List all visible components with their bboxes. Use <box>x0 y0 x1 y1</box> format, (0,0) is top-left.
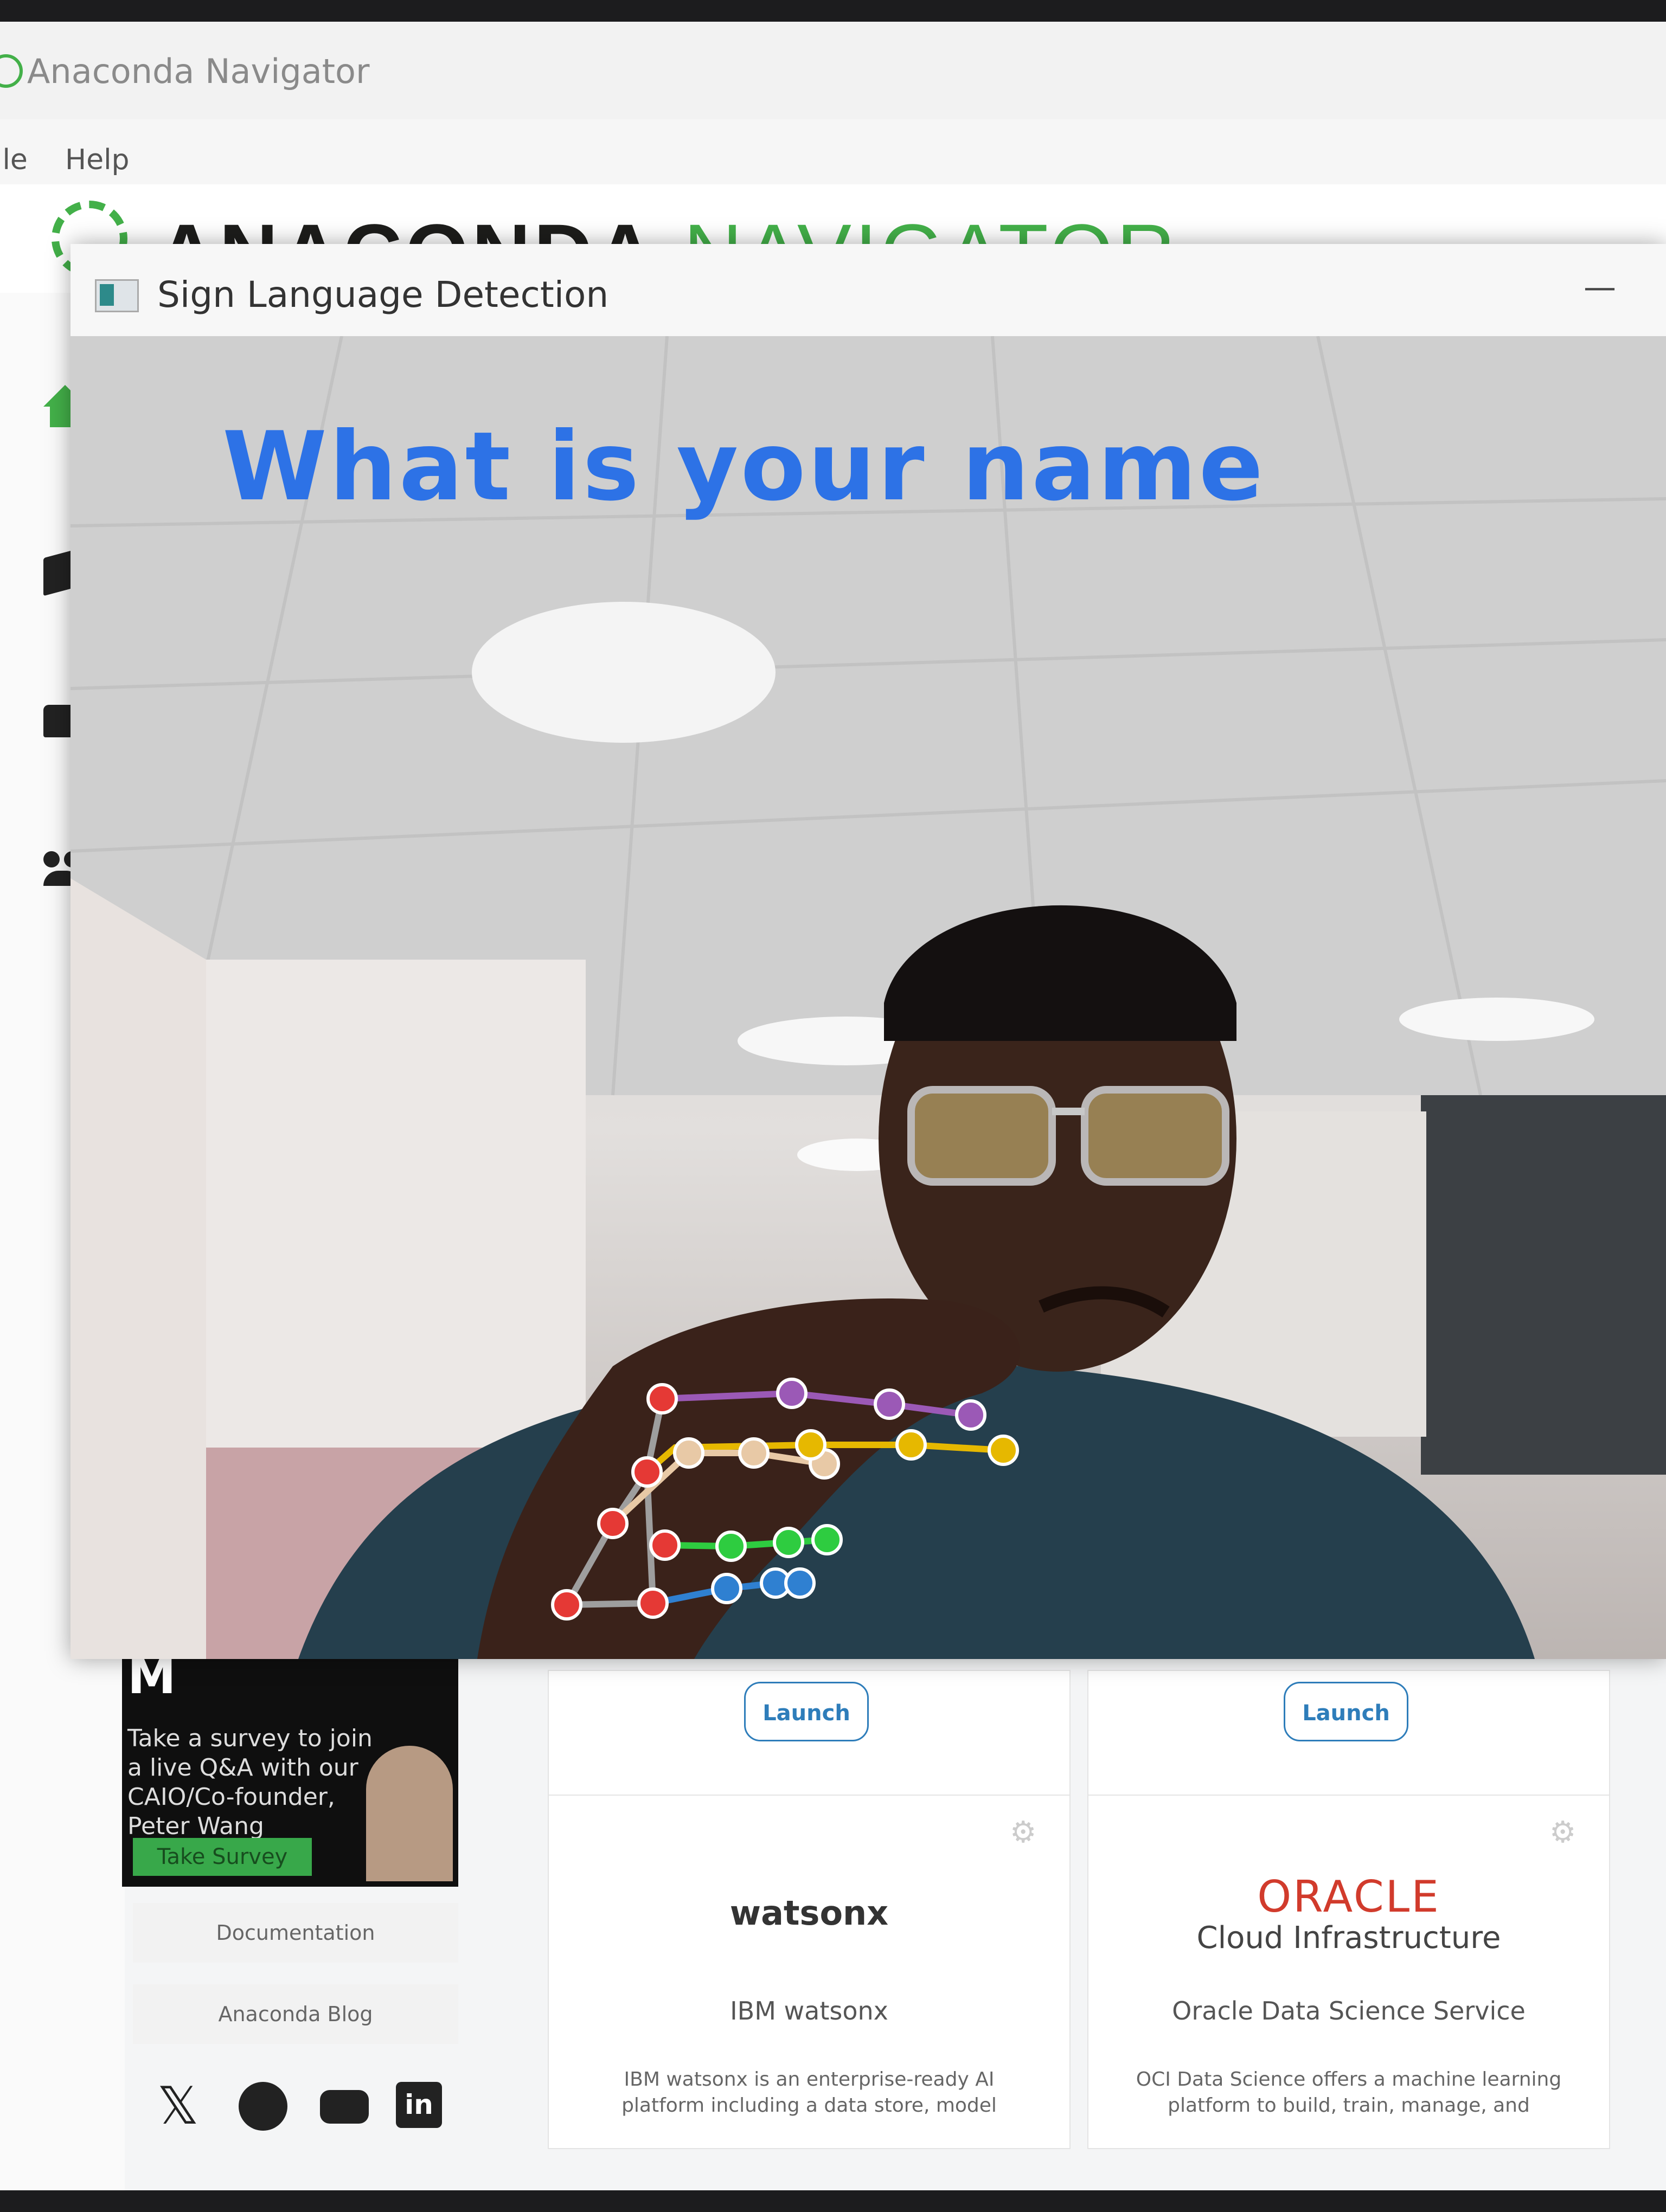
watsonx-logo: watsonx <box>729 1893 889 1933</box>
menu-file[interactable]: ile <box>0 144 28 176</box>
gear-icon[interactable]: ⚙ <box>1549 1815 1576 1849</box>
detection-window-title: Sign Language Detection <box>157 274 609 316</box>
app-description: IBM watsonx is an enterprise-ready AI pl… <box>621 2068 997 2117</box>
app-name: IBM watsonx <box>730 1996 888 2025</box>
launch-button[interactable]: Launch <box>744 1682 869 1741</box>
monitor-screen: Anaconda Navigator ile Help ANACONDA NAV… <box>0 22 1666 2190</box>
app-card-watsonx: ⚙ watsonx IBM watsonx IBM watsonx is an … <box>548 1795 1071 2149</box>
detection-titlebar: Sign Language Detection — <box>71 244 1666 337</box>
navigator-menubar: ile Help <box>0 119 1666 184</box>
menu-help[interactable]: Help <box>65 144 130 176</box>
linkedin-icon[interactable]: in <box>396 2082 442 2128</box>
app-name: Oracle Data Science Service <box>1172 1996 1526 2025</box>
minimize-button[interactable]: — <box>1573 266 1627 309</box>
launch-button[interactable]: Launch <box>1284 1682 1408 1741</box>
navigator-window-title: Anaconda Navigator <box>27 52 370 91</box>
app-description: OCI Data Science offers a machine learni… <box>1136 2068 1562 2117</box>
oracle-logo: ORACLE <box>1257 1872 1440 1922</box>
github-icon[interactable] <box>239 2082 287 2131</box>
anaconda-icon <box>0 54 23 88</box>
banner-avatar <box>366 1746 453 1881</box>
camera-feed: What is your name <box>71 336 1666 1659</box>
launch-card-2: Launch <box>1087 1670 1610 1808</box>
gear-icon[interactable]: ⚙ <box>1010 1815 1036 1849</box>
documentation-link[interactable]: Documentation <box>133 1903 458 1963</box>
x-icon[interactable]: 𝕏 <box>157 2081 199 2132</box>
detected-sign-text: What is your name <box>222 412 1266 522</box>
launch-card-1: Launch <box>548 1670 1071 1808</box>
navigator-titlebar: Anaconda Navigator <box>0 22 1666 131</box>
oracle-logo-subtitle: Cloud Infrastructure <box>1196 1920 1501 1956</box>
take-survey-button[interactable]: Take Survey <box>133 1838 312 1876</box>
youtube-icon[interactable] <box>320 2090 369 2124</box>
camera-scene <box>71 336 1666 1659</box>
app-card-oracle: ⚙ ORACLE Cloud Infrastructure Oracle Dat… <box>1087 1795 1610 2149</box>
sign-language-detection-window: Sign Language Detection — What is your n… <box>71 244 1666 1659</box>
blog-link[interactable]: Anaconda Blog <box>133 1984 458 2044</box>
window-app-icon <box>95 279 139 312</box>
banner-text: Take a survey to join a live Q&A with ou… <box>127 1725 373 1840</box>
